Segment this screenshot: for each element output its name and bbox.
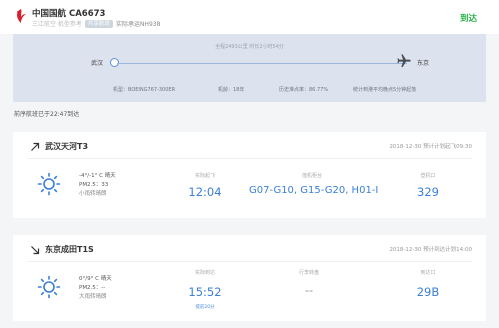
gate-label: 登机口 [420, 173, 436, 179]
departure-date: 2018-12-30 预计计划起飞09:30 [389, 144, 472, 150]
operating-flight[interactable]: 实际承运NH938 [116, 19, 160, 28]
arrival-card: 东京成田T1S 2018-12-30 预计到达计划14:00 0°/9° C 晴… [13, 235, 486, 321]
weather-pm25: PM2.5：33 [79, 182, 109, 188]
landing-arrow-icon [31, 246, 40, 255]
sun-icon [37, 275, 61, 299]
divider [27, 158, 472, 159]
weather-hint: 大雨转晴朗 [79, 294, 107, 300]
route-panel: 全程2493公里 时长2小时54分 武汉 东京 机型：BOEING767-300… [13, 34, 486, 102]
destination-city: 东京 [417, 60, 430, 67]
checkin-counter-label: 值机柜台 [301, 173, 322, 179]
flight-subline: 三江航空 机型参考 共享航班 实际承运NH938 [32, 19, 160, 28]
share-badge: 共享航班 [84, 19, 113, 28]
route-distance: 全程2493公里 时长2小时54分 [215, 44, 284, 50]
airplane-icon [397, 54, 411, 67]
exit-value: 29B [416, 285, 440, 299]
arrival-airport: 东京成田T1S [45, 245, 94, 254]
actual-takeoff-label: 实际起飞 [194, 173, 215, 179]
actual-arrival-label: 实际到达 [194, 270, 215, 276]
checkin-counter-value: G07-G10, G15-G20, H01-I [249, 185, 379, 196]
aircraft-age: 机龄：18年 [218, 87, 245, 93]
sub-muted-text: 三江航空 机型参考 [32, 21, 82, 28]
takeoff-arrow-icon [31, 142, 40, 151]
origin-city: 武汉 [91, 60, 104, 67]
average-delay: 统计到港平均晚点5分钟起落 [353, 87, 417, 93]
aircraft-type: 机型：BOEING767-300ER [113, 87, 176, 93]
weather-temp: -4°/-1° C 晴天 [79, 173, 116, 179]
flight-header: 中国国航 CA6673 三江航空 机型参考 共享航班 实际承运NH938 到达 [0, 0, 499, 34]
baggage-carousel-value: -- [304, 283, 314, 297]
gate-value: 329 [417, 185, 439, 199]
weather-pm25: PM2.5：-- [79, 285, 106, 291]
sun-icon [37, 172, 61, 196]
airline-logo-icon [17, 9, 26, 23]
status-badge: 到达 [460, 14, 478, 24]
weather-info: -4°/-1° C 晴天 PM2.5：33 小雨转晴朗 [79, 172, 116, 199]
route-line [117, 62, 407, 64]
pre-flight-status: 前序航班已于22:47到达 [14, 111, 80, 118]
flight-title: 中国国航 CA6673 [32, 7, 105, 19]
early-arrival-note: 提前20分 [195, 305, 215, 310]
arrival-date: 2018-12-30 预计到达计划14:00 [389, 247, 472, 253]
weather-info: 0°/9° C 晴天 PM2.5：-- 大雨转晴朗 [79, 275, 112, 302]
departure-airport: 武汉天河T3 [45, 142, 89, 151]
divider [27, 261, 472, 262]
baggage-carousel-label: 行李转盘 [298, 270, 319, 276]
departure-card: 武汉天河T3 2018-12-30 预计计划起飞09:30 -4°/-1° C … [13, 132, 486, 218]
flight-number: CA6673 [68, 9, 106, 19]
weather-temp: 0°/9° C 晴天 [79, 276, 112, 282]
actual-arrival-time: 15:52 [188, 285, 222, 299]
on-time-rate: 历史准点率：86.77% [279, 87, 329, 93]
actual-takeoff-time: 12:04 [188, 185, 222, 199]
airline-name: 中国国航 [32, 9, 67, 19]
exit-label: 到达口 [420, 270, 436, 276]
weather-hint: 小雨转晴朗 [79, 191, 107, 197]
